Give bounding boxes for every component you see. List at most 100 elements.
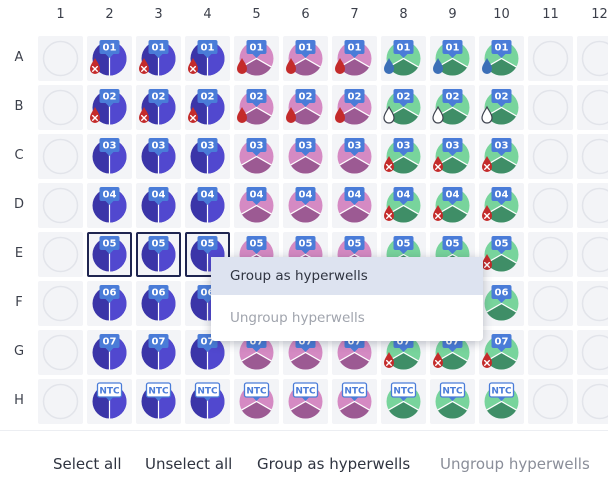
well-B9[interactable]: 02: [430, 85, 475, 130]
well-H9[interactable]: NTC: [430, 379, 475, 424]
row-header[interactable]: F: [10, 295, 28, 310]
well-D10[interactable]: 04: [479, 183, 524, 228]
well-D8[interactable]: 04: [381, 183, 426, 228]
well-F12[interactable]: [577, 281, 608, 326]
well-D9[interactable]: 04: [430, 183, 475, 228]
column-header[interactable]: 10: [477, 7, 526, 22]
row-header[interactable]: H: [10, 393, 28, 408]
well-G1[interactable]: [38, 330, 83, 375]
column-header[interactable]: 7: [330, 7, 379, 22]
well-A1[interactable]: [38, 36, 83, 81]
well-H10[interactable]: NTC: [479, 379, 524, 424]
well-F1[interactable]: [38, 281, 83, 326]
well-B12[interactable]: [577, 85, 608, 130]
row-header[interactable]: A: [10, 50, 28, 65]
menu-group-hyperwells[interactable]: Group as hyperwells: [211, 257, 483, 295]
well-H2[interactable]: NTC: [87, 379, 132, 424]
row-header[interactable]: E: [10, 246, 28, 261]
column-header[interactable]: 11: [526, 7, 575, 22]
well-H3[interactable]: NTC: [136, 379, 181, 424]
well-B8[interactable]: 02: [381, 85, 426, 130]
well-A9[interactable]: 01: [430, 36, 475, 81]
well-C3[interactable]: 03: [136, 134, 181, 179]
well-B3[interactable]: 02: [136, 85, 181, 130]
well-G12[interactable]: [577, 330, 608, 375]
well-H4[interactable]: NTC: [185, 379, 230, 424]
well-E1[interactable]: [38, 232, 83, 277]
row-header[interactable]: B: [10, 99, 28, 114]
well-B6[interactable]: 02: [283, 85, 328, 130]
row-header[interactable]: C: [10, 148, 28, 163]
unselect-all-button[interactable]: Unselect all: [145, 455, 232, 473]
well-H7[interactable]: NTC: [332, 379, 377, 424]
well-B7[interactable]: 02: [332, 85, 377, 130]
column-header[interactable]: 5: [232, 7, 281, 22]
well-B11[interactable]: [528, 85, 573, 130]
well-A2[interactable]: 01: [87, 36, 132, 81]
well-C10[interactable]: 03: [479, 134, 524, 179]
well-G3[interactable]: 07: [136, 330, 181, 375]
column-header[interactable]: 4: [183, 7, 232, 22]
well-E10[interactable]: 05: [479, 232, 524, 277]
menu-ungroup-hyperwells[interactable]: Ungroup hyperwells: [211, 299, 483, 337]
well-A12[interactable]: [577, 36, 608, 81]
column-header[interactable]: 12: [575, 7, 608, 22]
well-D7[interactable]: 04: [332, 183, 377, 228]
column-header[interactable]: 2: [85, 7, 134, 22]
well-B4[interactable]: 02: [185, 85, 230, 130]
well-A11[interactable]: [528, 36, 573, 81]
column-header[interactable]: 3: [134, 7, 183, 22]
well-D11[interactable]: [528, 183, 573, 228]
row-header[interactable]: G: [10, 344, 28, 359]
well-F11[interactable]: [528, 281, 573, 326]
column-header[interactable]: 6: [281, 7, 330, 22]
well-F3[interactable]: 06: [136, 281, 181, 326]
well-E3[interactable]: 05: [136, 232, 181, 277]
well-D5[interactable]: 04: [234, 183, 279, 228]
column-header[interactable]: 9: [428, 7, 477, 22]
well-E2[interactable]: 05: [87, 232, 132, 277]
well-A4[interactable]: 01: [185, 36, 230, 81]
well-B10[interactable]: 02: [479, 85, 524, 130]
row-header[interactable]: D: [10, 197, 28, 212]
well-D12[interactable]: [577, 183, 608, 228]
well-D6[interactable]: 04: [283, 183, 328, 228]
well-C2[interactable]: 03: [87, 134, 132, 179]
well-A10[interactable]: 01: [479, 36, 524, 81]
select-all-button[interactable]: Select all: [53, 455, 122, 473]
well-E12[interactable]: [577, 232, 608, 277]
well-G10[interactable]: 07: [479, 330, 524, 375]
well-C11[interactable]: [528, 134, 573, 179]
well-D1[interactable]: [38, 183, 83, 228]
well-E11[interactable]: [528, 232, 573, 277]
well-G2[interactable]: 07: [87, 330, 132, 375]
well-H6[interactable]: NTC: [283, 379, 328, 424]
well-D2[interactable]: 04: [87, 183, 132, 228]
well-B2[interactable]: 02: [87, 85, 132, 130]
well-A7[interactable]: 01: [332, 36, 377, 81]
well-H8[interactable]: NTC: [381, 379, 426, 424]
column-header[interactable]: 1: [36, 7, 85, 22]
well-C5[interactable]: 03: [234, 134, 279, 179]
well-F10[interactable]: 06: [479, 281, 524, 326]
column-header[interactable]: 8: [379, 7, 428, 22]
well-H1[interactable]: [38, 379, 83, 424]
well-G11[interactable]: [528, 330, 573, 375]
well-C7[interactable]: 03: [332, 134, 377, 179]
well-C9[interactable]: 03: [430, 134, 475, 179]
well-C6[interactable]: 03: [283, 134, 328, 179]
well-F2[interactable]: 06: [87, 281, 132, 326]
well-B1[interactable]: [38, 85, 83, 130]
well-C8[interactable]: 03: [381, 134, 426, 179]
well-H5[interactable]: NTC: [234, 379, 279, 424]
ungroup-hyperwells-button[interactable]: Ungroup hyperwells: [440, 455, 590, 473]
well-C12[interactable]: [577, 134, 608, 179]
well-A8[interactable]: 01: [381, 36, 426, 81]
well-D4[interactable]: 04: [185, 183, 230, 228]
well-D3[interactable]: 04: [136, 183, 181, 228]
well-A5[interactable]: 01: [234, 36, 279, 81]
well-A3[interactable]: 01: [136, 36, 181, 81]
well-B5[interactable]: 02: [234, 85, 279, 130]
well-C1[interactable]: [38, 134, 83, 179]
group-hyperwells-button[interactable]: Group as hyperwells: [257, 455, 410, 473]
